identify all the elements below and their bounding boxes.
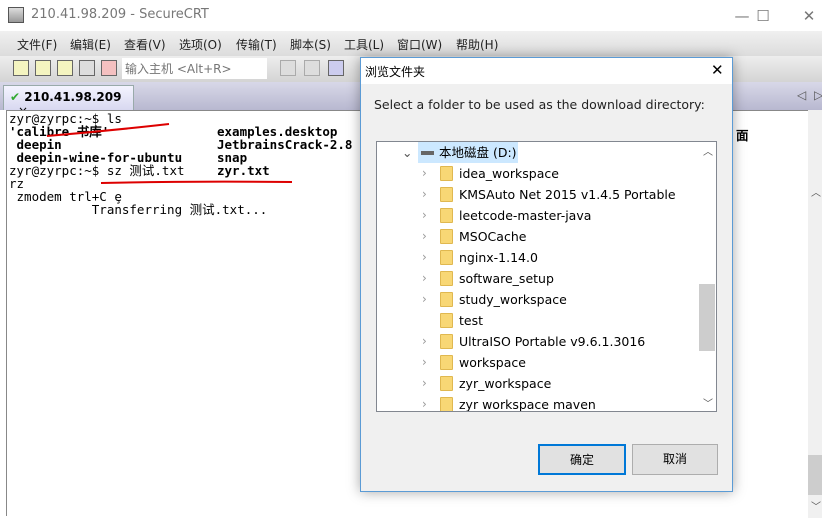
close-button[interactable]: ✕ bbox=[789, 4, 822, 28]
dialog-title-bar: 浏览文件夹 ✕ bbox=[361, 58, 732, 84]
tree-folder-item[interactable]: test bbox=[377, 310, 697, 331]
chevron-right-icon[interactable]: › bbox=[422, 352, 427, 373]
tree-root-drive[interactable]: ⌄ 本地磁盘 (D:) bbox=[377, 142, 697, 163]
tree-folder-item[interactable]: › zyr_workspace bbox=[377, 373, 697, 394]
scroll-up-icon[interactable]: ︿ bbox=[811, 184, 821, 199]
folder-name: test bbox=[459, 313, 484, 328]
folder-icon bbox=[440, 166, 453, 181]
tree-folder-item[interactable]: › idea_workspace bbox=[377, 163, 697, 184]
menu-tools[interactable]: 工具(L) bbox=[344, 36, 384, 53]
folder-name: zyr_workspace bbox=[459, 376, 552, 391]
tree-folder-item[interactable]: › software_setup bbox=[377, 268, 697, 289]
menu-window[interactable]: 窗口(W) bbox=[397, 36, 442, 53]
folder-name: MSOCache bbox=[459, 229, 527, 244]
dialog-prompt: Select a folder to be used as the downlo… bbox=[374, 97, 705, 112]
menu-transfer[interactable]: 传输(T) bbox=[236, 36, 277, 53]
folder-name: software_setup bbox=[459, 271, 554, 286]
folder-name: leetcode-master-java bbox=[459, 208, 592, 223]
find-icon[interactable] bbox=[328, 60, 344, 76]
chevron-right-icon[interactable]: › bbox=[422, 184, 427, 205]
tree-scroll-up-icon[interactable]: ︿ bbox=[703, 143, 713, 158]
folder-name: zyr workspace maven bbox=[459, 397, 596, 412]
folder-name: idea_workspace bbox=[459, 166, 559, 181]
tree-folder-item[interactable]: › UltraISO Portable v9.6.1.3016 bbox=[377, 331, 697, 352]
connect-icon[interactable] bbox=[13, 60, 29, 76]
session-tab[interactable]: ✔ 210.41.98.209 × bbox=[3, 85, 134, 118]
chevron-right-icon[interactable]: › bbox=[422, 268, 427, 289]
folder-icon bbox=[440, 250, 453, 265]
scroll-down-icon[interactable]: ﹀ bbox=[811, 498, 821, 513]
chevron-right-icon[interactable]: › bbox=[422, 394, 427, 411]
chevron-down-icon: ⌄ bbox=[402, 145, 413, 160]
folder-icon bbox=[440, 376, 453, 391]
title-bar: 210.41.98.209 - SecureCRT — ☐ ✕ bbox=[0, 0, 822, 31]
browse-folder-dialog: 浏览文件夹 ✕ Select a folder to be used as th… bbox=[360, 57, 733, 492]
menu-view[interactable]: 查看(V) bbox=[124, 36, 166, 53]
menu-bar: 文件(F) 编辑(E) 查看(V) 选项(O) 传输(T) 脚本(S) 工具(L… bbox=[0, 31, 822, 56]
scroll-thumb[interactable] bbox=[808, 455, 822, 495]
folder-icon bbox=[440, 397, 453, 411]
chevron-right-icon[interactable]: › bbox=[422, 226, 427, 247]
maximize-button[interactable]: ☐ bbox=[743, 4, 783, 28]
folder-name: nginx-1.14.0 bbox=[459, 250, 538, 265]
folder-icon bbox=[440, 313, 453, 328]
red-annotation-marks bbox=[46, 123, 293, 184]
ok-button[interactable]: 确定 bbox=[538, 444, 626, 475]
tree-folder-item[interactable]: › MSOCache bbox=[377, 226, 697, 247]
folder-icon bbox=[440, 271, 453, 286]
folder-icon bbox=[440, 355, 453, 370]
tree-folder-item[interactable]: › KMSAuto Net 2015 v1.4.5 Portable bbox=[377, 184, 697, 205]
tree-root-label: 本地磁盘 (D:) bbox=[439, 145, 517, 160]
tab-label: 210.41.98.209 bbox=[24, 90, 122, 104]
chevron-right-icon[interactable]: › bbox=[422, 289, 427, 310]
window-title: 210.41.98.209 - SecureCRT bbox=[31, 7, 209, 22]
disconnect-icon[interactable] bbox=[101, 60, 117, 76]
quick-connect-icon[interactable] bbox=[35, 60, 51, 76]
securecrt-app-icon bbox=[8, 7, 24, 23]
connect-tab-icon[interactable] bbox=[57, 60, 73, 76]
dialog-title: 浏览文件夹 bbox=[365, 65, 426, 79]
tab-scroll-left-icon[interactable]: ◁ bbox=[797, 88, 806, 102]
folder-name: UltraISO Portable v9.6.1.3016 bbox=[459, 334, 646, 349]
chevron-right-icon[interactable]: › bbox=[422, 373, 427, 394]
tree-folder-item[interactable]: › leetcode-master-java bbox=[377, 205, 697, 226]
menu-help[interactable]: 帮助(H) bbox=[456, 36, 498, 53]
menu-file[interactable]: 文件(F) bbox=[17, 36, 57, 53]
tree-folder-item[interactable]: › nginx-1.14.0 bbox=[377, 247, 697, 268]
tree-folder-item[interactable]: › workspace bbox=[377, 352, 697, 373]
tree-folder-item[interactable]: › zyr workspace maven bbox=[377, 394, 697, 412]
tree-folder-item[interactable]: › study_workspace bbox=[377, 289, 697, 310]
host-input[interactable] bbox=[122, 58, 267, 79]
folder-icon bbox=[440, 229, 453, 244]
folder-name: workspace bbox=[459, 355, 526, 370]
folder-icon bbox=[440, 292, 453, 307]
chevron-right-icon[interactable]: › bbox=[422, 247, 427, 268]
terminal-line: Transferring 测试.txt... bbox=[9, 202, 268, 217]
tree-scroll-down-icon[interactable]: ﹀ bbox=[703, 395, 713, 410]
menu-edit[interactable]: 编辑(E) bbox=[70, 36, 111, 53]
tree-scrollbar[interactable]: ︿ ﹀ bbox=[698, 142, 716, 411]
paste-icon[interactable] bbox=[304, 60, 320, 76]
terminal-partial-text: 面 bbox=[736, 128, 749, 143]
folder-icon bbox=[440, 187, 453, 202]
chevron-right-icon[interactable]: › bbox=[422, 205, 427, 226]
connected-check-icon: ✔ bbox=[10, 90, 21, 104]
menu-options[interactable]: 选项(O) bbox=[179, 36, 222, 53]
folder-icon bbox=[440, 208, 453, 223]
copy-icon[interactable] bbox=[280, 60, 296, 76]
folder-icon bbox=[440, 334, 453, 349]
cancel-button[interactable]: 取消 bbox=[632, 444, 718, 475]
chevron-right-icon[interactable]: › bbox=[422, 331, 427, 352]
chevron-right-icon[interactable]: › bbox=[422, 163, 427, 184]
folder-tree[interactable]: ⌄ 本地磁盘 (D:) › idea_workspace › KMSAuto Net … bbox=[376, 141, 717, 412]
terminal-scrollbar[interactable]: ︿ ﹀ bbox=[808, 110, 822, 518]
tab-scroll-right-icon[interactable]: ▷ bbox=[814, 88, 822, 102]
tree-scroll-thumb[interactable] bbox=[699, 284, 715, 351]
folder-name: study_workspace bbox=[459, 292, 567, 307]
dialog-close-button[interactable]: ✕ bbox=[711, 61, 724, 79]
folder-name: KMSAuto Net 2015 v1.4.5 Portable bbox=[459, 187, 676, 202]
drive-icon bbox=[421, 151, 434, 155]
menu-script[interactable]: 脚本(S) bbox=[290, 36, 331, 53]
reconnect-icon[interactable] bbox=[79, 60, 95, 76]
